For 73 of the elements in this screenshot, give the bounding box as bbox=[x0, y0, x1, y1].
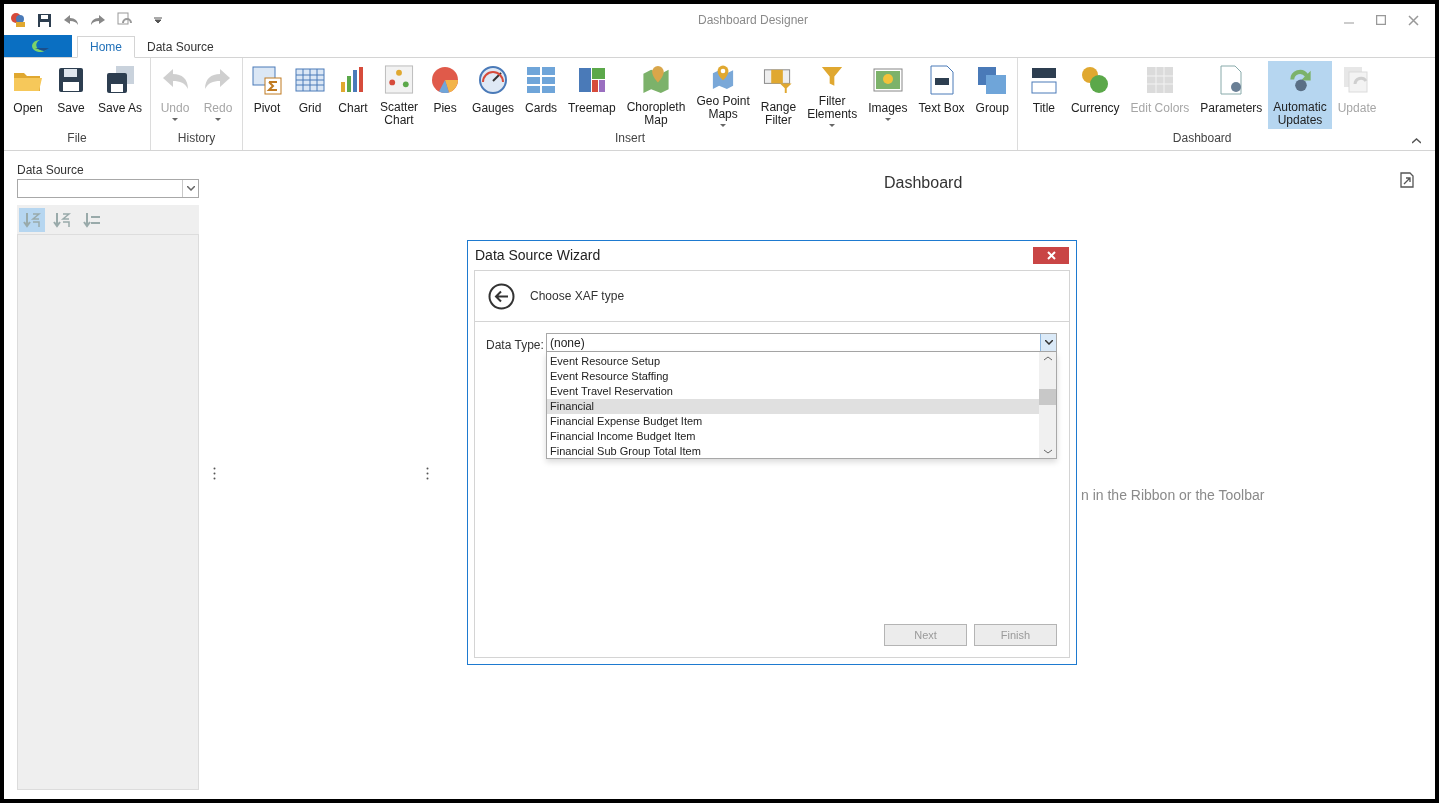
ribbon-button[interactable]: Parameters bbox=[1195, 61, 1268, 129]
close-icon bbox=[1046, 251, 1056, 260]
undo-icon[interactable] bbox=[63, 14, 79, 26]
dropdown-option[interactable]: Financial Sub Group Total Item bbox=[547, 444, 1039, 459]
ribbon-group-label: History bbox=[177, 130, 216, 147]
pivot-table-icon bbox=[251, 64, 284, 96]
ribbon-button[interactable]: Scatter Chart bbox=[375, 61, 424, 129]
application-menu-button[interactable] bbox=[4, 35, 72, 57]
ribbon-button[interactable]: Gauges bbox=[467, 61, 520, 129]
refresh-icon[interactable] bbox=[117, 12, 133, 28]
close-button[interactable] bbox=[1033, 247, 1069, 264]
gauge-icon bbox=[477, 64, 510, 96]
dropdown-option[interactable]: Event Resource Setup bbox=[547, 354, 1039, 369]
field-label: Data Source bbox=[17, 163, 85, 177]
dropdown-option[interactable]: Financial Expense Budget Item bbox=[547, 414, 1039, 429]
ribbon-button[interactable]: Images bbox=[863, 61, 913, 129]
ribbon-button[interactable]: Currency bbox=[1065, 61, 1125, 129]
cards-icon bbox=[525, 64, 558, 96]
dropdown-option[interactable]: Financial Income Budget Item bbox=[547, 429, 1039, 444]
ribbon-button[interactable]: Pivot bbox=[246, 61, 289, 129]
dropdown-option[interactable]: Financial bbox=[547, 399, 1039, 414]
ribbon-button[interactable]: Chart bbox=[332, 61, 375, 129]
scroll-up-icon[interactable] bbox=[1043, 356, 1052, 361]
ribbon-button[interactable]: Group bbox=[970, 61, 1014, 129]
ribbon-button[interactable]: Range Filter bbox=[755, 61, 802, 129]
sort-ascending-icon[interactable] bbox=[19, 207, 45, 232]
dropdown-option[interactable]: Event Resource Staffing bbox=[547, 369, 1039, 384]
export-icon[interactable] bbox=[1399, 172, 1415, 188]
ribbon-tab[interactable]: Data Source bbox=[135, 36, 226, 58]
data-type-dropdown[interactable]: (none) bbox=[546, 333, 1057, 352]
close-icon[interactable] bbox=[1408, 14, 1419, 26]
dialog-title: Data Source Wizard bbox=[474, 246, 601, 265]
ribbon-button[interactable]: Automatic Updates bbox=[1268, 61, 1332, 129]
splitter-grip-icon[interactable] bbox=[213, 467, 216, 480]
ribbon-button[interactable]: Geo Point Maps bbox=[691, 61, 755, 129]
scatter-plot-icon bbox=[383, 64, 416, 95]
ribbon-button[interactable]: Filter Elements bbox=[802, 61, 863, 129]
floppy-disks-icon bbox=[104, 64, 136, 96]
ribbon-button[interactable]: Title bbox=[1022, 61, 1065, 129]
save-icon[interactable] bbox=[37, 12, 52, 28]
ribbon-button[interactable]: Grid bbox=[289, 61, 332, 129]
dropdown-option[interactable]: Event Travel Reservation bbox=[547, 384, 1039, 399]
dropdown-caret-icon[interactable] bbox=[1040, 334, 1056, 351]
ribbon-tab[interactable]: Home bbox=[77, 36, 135, 58]
dashboard-title: Dashboard bbox=[884, 173, 963, 193]
window-title: Dashboard Designer bbox=[696, 12, 810, 29]
ribbon-group-label: Dashboard bbox=[1172, 130, 1232, 147]
ribbon-button[interactable]: Save As bbox=[93, 61, 148, 129]
customize-caret-icon[interactable] bbox=[154, 16, 162, 24]
ribbon-group-label: File bbox=[67, 130, 87, 147]
field-label: Data Type: bbox=[486, 337, 545, 354]
dropdown-caret-icon[interactable] bbox=[182, 180, 198, 197]
empty-dashboard-hint: n in the Ribbon or the Toolbar bbox=[1081, 486, 1265, 505]
back-icon[interactable] bbox=[488, 282, 515, 310]
ribbon-button[interactable]: Choropleth Map bbox=[621, 61, 691, 129]
redo-icon[interactable] bbox=[90, 14, 106, 26]
ribbon-button[interactable]: Cards bbox=[520, 61, 563, 129]
collapse-ribbon-icon[interactable] bbox=[1412, 138, 1421, 144]
scroll-thumb[interactable] bbox=[1039, 389, 1056, 405]
splitter-grip-icon[interactable] bbox=[426, 467, 429, 480]
ribbon-button[interactable]: Pies bbox=[424, 61, 467, 129]
data-source-dropdown[interactable] bbox=[17, 179, 199, 198]
ribbon-button[interactable]: Treemap bbox=[563, 61, 621, 129]
scrollbar[interactable] bbox=[1039, 352, 1056, 458]
wizard-step-title: Choose XAF type bbox=[530, 288, 625, 305]
app-logo-icon[interactable] bbox=[10, 12, 26, 28]
group-icon bbox=[976, 64, 1009, 96]
ribbon-button[interactable]: Open bbox=[7, 61, 49, 129]
ribbon-button[interactable]: Save bbox=[50, 61, 92, 129]
scroll-down-icon[interactable] bbox=[1043, 449, 1052, 454]
maximize-icon[interactable] bbox=[1376, 15, 1386, 25]
ribbon-button[interactable]: Text Box bbox=[913, 61, 970, 129]
ribbon-group-label: Insert bbox=[614, 130, 645, 147]
